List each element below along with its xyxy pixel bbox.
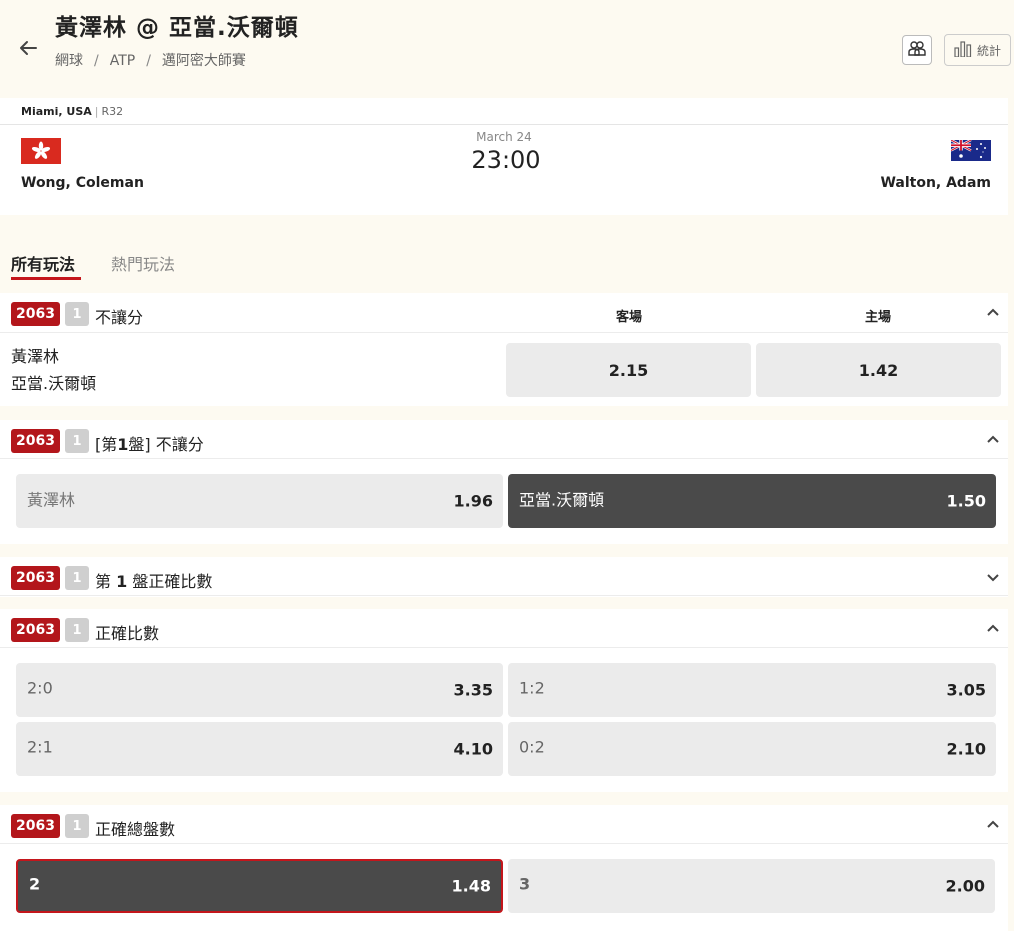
odds-selection[interactable]: 1:2 3.05: [508, 663, 996, 717]
active-tab-indicator: [11, 277, 81, 280]
market-title: 不讓分: [95, 308, 144, 327]
divider: [0, 332, 1008, 333]
market-correct-score: 2063 1 正確比數 2:0 3.35 1:2 3.05 2:1 4.10 0…: [0, 609, 1008, 792]
selection-odds: 3.35: [453, 680, 493, 700]
chevron-up-icon[interactable]: [985, 621, 1001, 637]
title-set-number: 1: [116, 572, 128, 591]
selection-label: 1:2: [519, 678, 545, 698]
market-id-badge: 2063: [11, 302, 60, 326]
stats-button[interactable]: 統計: [944, 34, 1011, 66]
odds-button-away[interactable]: 2.15: [506, 343, 751, 397]
column-header-away: 客場: [615, 310, 642, 325]
match-time: 23:00: [471, 146, 541, 174]
title-prefix: 第: [95, 572, 117, 591]
players-icon: [908, 40, 926, 60]
home-player-name: Wong, Coleman: [21, 175, 144, 191]
market-title: 正確比數: [95, 624, 160, 643]
column-header-home: 主場: [864, 310, 891, 325]
market-set1-correct-score[interactable]: 2063 1 第 1 盤正確比數: [0, 557, 1008, 597]
venue-separator: |: [94, 105, 99, 118]
breadcrumb: 網球 / ATP / 邁阿密大師賽: [55, 50, 246, 70]
page-title: 黃澤林 @ 亞當.沃爾頓: [55, 15, 299, 41]
divider: [0, 647, 1008, 648]
divider: [0, 124, 1008, 125]
market-id-badge: 2063: [11, 618, 60, 642]
away-player-name: Walton, Adam: [880, 175, 991, 191]
divider: [0, 843, 1008, 844]
bar-chart-icon: [954, 40, 972, 60]
odds-selection-active[interactable]: 亞當.沃爾頓 1.50: [508, 474, 996, 528]
selection-odds: 1.96: [453, 491, 493, 511]
selection-odds: 1.48: [451, 876, 491, 896]
selection-label: 2:0: [27, 678, 53, 698]
head-to-head-button[interactable]: [902, 35, 932, 65]
title-suffix: 盤正確比數: [127, 572, 213, 591]
chevron-up-icon[interactable]: [985, 432, 1001, 448]
tab-popular-markets[interactable]: 熱門玩法: [111, 251, 175, 275]
breadcrumb-tournament[interactable]: 邁阿密大師賽: [162, 53, 246, 69]
stats-label: 統計: [976, 43, 1001, 58]
divider: [0, 458, 1008, 459]
selection-odds: 1.50: [946, 491, 986, 511]
market-total-sets: 2063 1 正確總盤數 2 1.48 3 2.00: [0, 805, 1008, 931]
selection-label: 亞當.沃爾頓: [519, 490, 605, 510]
selection-odds: 2.00: [945, 876, 985, 896]
odds-selection-selected[interactable]: 2 1.48: [16, 859, 503, 913]
market-id-badge: 2063: [11, 566, 60, 590]
selection-odds: 4.10: [453, 739, 493, 759]
market-title: 正確總盤數: [95, 820, 176, 839]
tab-all-markets[interactable]: 所有玩法: [11, 251, 75, 275]
market-count-badge: 1: [65, 618, 89, 642]
odds-button-home[interactable]: 1.42: [756, 343, 1001, 397]
market-count-badge: 1: [65, 814, 89, 838]
participant-name-2: 亞當.沃爾頓: [11, 374, 97, 393]
selection-odds: 2.10: [946, 739, 986, 759]
selection-label: 3: [519, 874, 531, 894]
market-count-badge: 1: [65, 302, 89, 326]
title-prefix: [第: [95, 435, 118, 454]
divider: [0, 595, 1008, 596]
chevron-down-icon[interactable]: [985, 569, 1001, 585]
venue-text: Miami, USA: [21, 105, 92, 118]
market-moneyline: 2063 1 不讓分 客場 主場 黃澤林 亞當.沃爾頓 2.15 1.42: [0, 293, 1008, 406]
match-date: March 24: [476, 130, 532, 144]
market-count-badge: 1: [65, 429, 89, 453]
title-set-number: 1: [117, 435, 129, 454]
page-header: 黃澤林 @ 亞當.沃爾頓 網球 / ATP / 邁阿密大師賽 統計: [0, 0, 1014, 98]
breadcrumb-sport[interactable]: 網球: [55, 53, 83, 69]
market-title: 第 1 盤正確比數: [95, 568, 212, 592]
odds-selection[interactable]: 0:2 2.10: [508, 722, 996, 776]
selection-label: 黃澤林: [27, 490, 76, 510]
breadcrumb-separator: /: [146, 53, 151, 69]
title-suffix: 盤] 不讓分: [128, 435, 204, 454]
odds-selection[interactable]: 黃澤林 1.96: [16, 474, 503, 528]
selection-label: 2:1: [27, 737, 53, 757]
match-round: R32: [101, 105, 124, 118]
chevron-up-icon[interactable]: [985, 305, 1001, 321]
market-set1-moneyline: 2063 1 [第1盤] 不讓分 黃澤林 1.96 亞當.沃爾頓 1.50: [0, 420, 1008, 544]
selection-label: 0:2: [519, 737, 545, 757]
breadcrumb-league[interactable]: ATP: [110, 53, 135, 69]
selection-label: 2: [29, 874, 41, 894]
back-arrow-icon[interactable]: [16, 36, 40, 60]
market-count-badge: 1: [65, 566, 89, 590]
breadcrumb-separator: /: [94, 53, 99, 69]
selection-odds: 3.05: [946, 680, 986, 700]
market-id-badge: 2063: [11, 814, 60, 838]
market-id-badge: 2063: [11, 429, 60, 453]
odds-selection[interactable]: 3 2.00: [508, 859, 995, 913]
odds-selection[interactable]: 2:1 4.10: [16, 722, 503, 776]
match-info-card: Miami, USA | R32 March 24 23:00 Wong, Co…: [0, 98, 1008, 215]
odds-selection[interactable]: 2:0 3.35: [16, 663, 503, 717]
participant-name-1: 黃澤林: [11, 347, 60, 366]
market-title: [第1盤] 不讓分: [95, 431, 204, 455]
market-participants: 黃澤林 亞當.沃爾頓: [11, 343, 96, 397]
match-venue: Miami, USA | R32: [21, 105, 123, 118]
chevron-up-icon[interactable]: [985, 817, 1001, 833]
